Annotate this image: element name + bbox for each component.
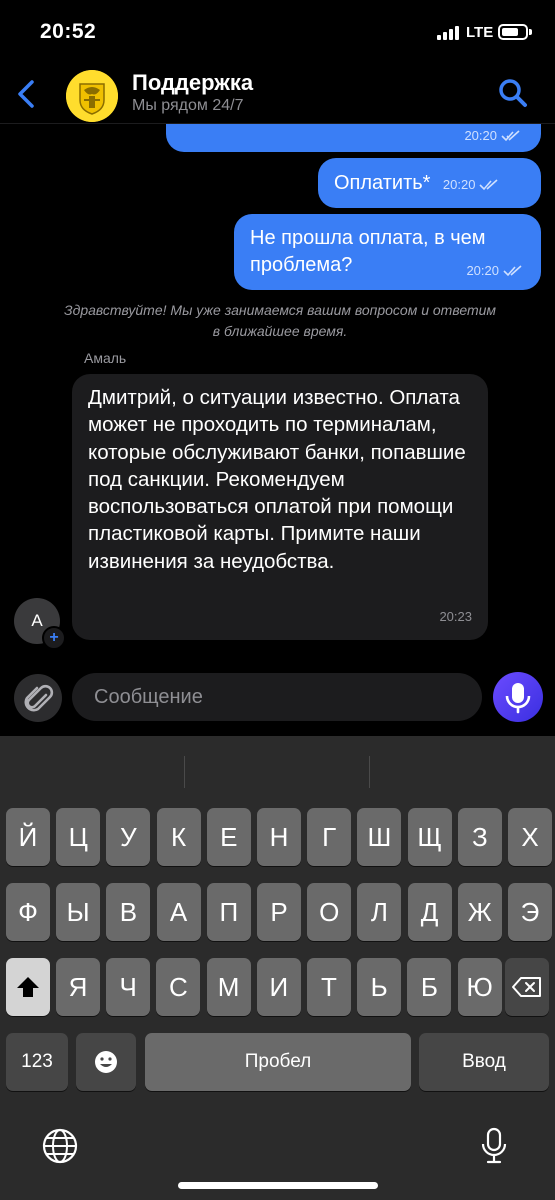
message-time: 20:23 <box>439 609 472 624</box>
letter-key[interactable]: Л <box>357 883 402 941</box>
message-time: 20:20 <box>464 128 497 143</box>
home-indicator[interactable] <box>178 1182 378 1189</box>
letter-key[interactable]: В <box>106 883 151 941</box>
message-text: Дмитрий, о ситуации известно. Оплата мож… <box>88 386 466 573</box>
letter-key[interactable]: Р <box>257 883 301 941</box>
letter-key[interactable]: Й <box>6 808 50 866</box>
suggestion-divider <box>369 756 370 788</box>
letter-key[interactable]: П <box>206 883 251 941</box>
letter-key[interactable]: Ы <box>56 883 101 941</box>
globe-icon <box>42 1128 78 1164</box>
globe-button[interactable] <box>40 1126 80 1166</box>
paperclip-icon <box>24 684 54 712</box>
letter-key[interactable]: Б <box>407 958 452 1016</box>
double-check-icon <box>503 264 522 276</box>
chat-title: Поддержка <box>132 70 254 95</box>
letter-key[interactable]: Т <box>307 958 351 1016</box>
signal-icon <box>437 26 461 40</box>
message-input[interactable] <box>72 673 482 721</box>
backspace-icon <box>512 977 541 997</box>
backspace-key[interactable] <box>505 958 549 1016</box>
chat-header: Поддержка Мы рядом 24/7 <box>0 62 555 124</box>
emoji-key[interactable] <box>76 1033 136 1091</box>
back-button[interactable] <box>10 74 46 114</box>
emoji-icon <box>95 1051 117 1073</box>
letter-key[interactable]: И <box>256 958 301 1016</box>
status-time: 20:52 <box>40 20 97 43</box>
composer <box>0 664 555 736</box>
message-time: 20:20 <box>466 263 499 278</box>
letter-key[interactable]: Ш <box>357 808 402 866</box>
avatar[interactable]: А + <box>14 598 66 650</box>
double-check-icon <box>479 178 498 190</box>
system-message: Здравствуйте! Мы уже занимаемся вашим во… <box>63 302 496 339</box>
letter-key[interactable]: Ь <box>357 958 402 1016</box>
letter-key[interactable]: Я <box>56 958 100 1016</box>
status-bar: 20:52 LTE <box>0 0 555 62</box>
search-button[interactable] <box>496 76 530 110</box>
letter-key[interactable]: К <box>156 808 201 866</box>
numbers-key[interactable]: 123 <box>6 1033 68 1091</box>
microphone-icon <box>505 683 531 714</box>
message-text: Оплатить* <box>334 172 431 194</box>
message-outgoing[interactable]: Оплатить* 20:20 <box>318 158 541 208</box>
suggestion-divider <box>184 756 185 788</box>
message-outgoing[interactable]: 20:20 <box>166 124 541 152</box>
letter-key[interactable]: Г <box>307 808 352 866</box>
chat-area[interactable]: 20:20 Оплатить* 20:20 Не прошла оплата, … <box>0 124 555 660</box>
dictation-button[interactable] <box>478 1126 510 1166</box>
bank-logo[interactable] <box>66 70 118 122</box>
plus-icon: + <box>42 626 66 650</box>
chevron-left-icon <box>18 80 34 108</box>
letter-key[interactable]: У <box>106 808 151 866</box>
shield-emblem-icon <box>66 70 118 122</box>
space-key[interactable]: Пробел <box>145 1033 411 1091</box>
letter-key[interactable]: О <box>307 883 352 941</box>
letter-key[interactable]: М <box>206 958 251 1016</box>
return-key[interactable]: Ввод <box>419 1033 549 1091</box>
shift-key[interactable] <box>6 958 50 1016</box>
network-type: LTE <box>466 24 494 41</box>
letter-key[interactable]: Е <box>206 808 251 866</box>
letter-key[interactable]: А <box>156 883 201 941</box>
letter-key[interactable]: Ц <box>56 808 101 866</box>
letter-key[interactable]: Н <box>257 808 301 866</box>
voice-message-button[interactable] <box>493 672 543 722</box>
letter-key[interactable]: Ю <box>457 958 502 1016</box>
letter-key[interactable]: Х <box>508 808 552 866</box>
keyboard: ЙЦУКЕНГШЩЗХ ФЫВАПРОЛДЖЭ ЯЧСМИТЬБЮ 123 Пр… <box>0 736 555 1200</box>
letter-key[interactable]: З <box>457 808 502 866</box>
shift-icon <box>17 977 39 997</box>
double-check-icon <box>501 129 520 141</box>
letter-key[interactable]: Ж <box>457 883 502 941</box>
message-time: 20:20 <box>442 177 476 192</box>
message-outgoing[interactable]: Не прошла оплата, в чем проблема? 20:20 <box>234 214 541 290</box>
agent-name: Амаль <box>84 350 127 366</box>
search-icon <box>499 79 527 107</box>
chat-subtitle: Мы рядом 24/7 <box>132 97 244 114</box>
letter-key[interactable]: Щ <box>407 808 452 866</box>
message-incoming[interactable]: Дмитрий, о ситуации известно. Оплата мож… <box>72 374 488 640</box>
attach-button[interactable] <box>14 674 62 722</box>
letter-key[interactable]: С <box>156 958 201 1016</box>
microphone-icon <box>481 1127 507 1164</box>
letter-key[interactable]: Э <box>508 883 552 941</box>
battery-icon <box>498 24 532 40</box>
letter-key[interactable]: Ф <box>6 883 50 941</box>
letter-key[interactable]: Ч <box>106 958 151 1016</box>
letter-key[interactable]: Д <box>407 883 452 941</box>
